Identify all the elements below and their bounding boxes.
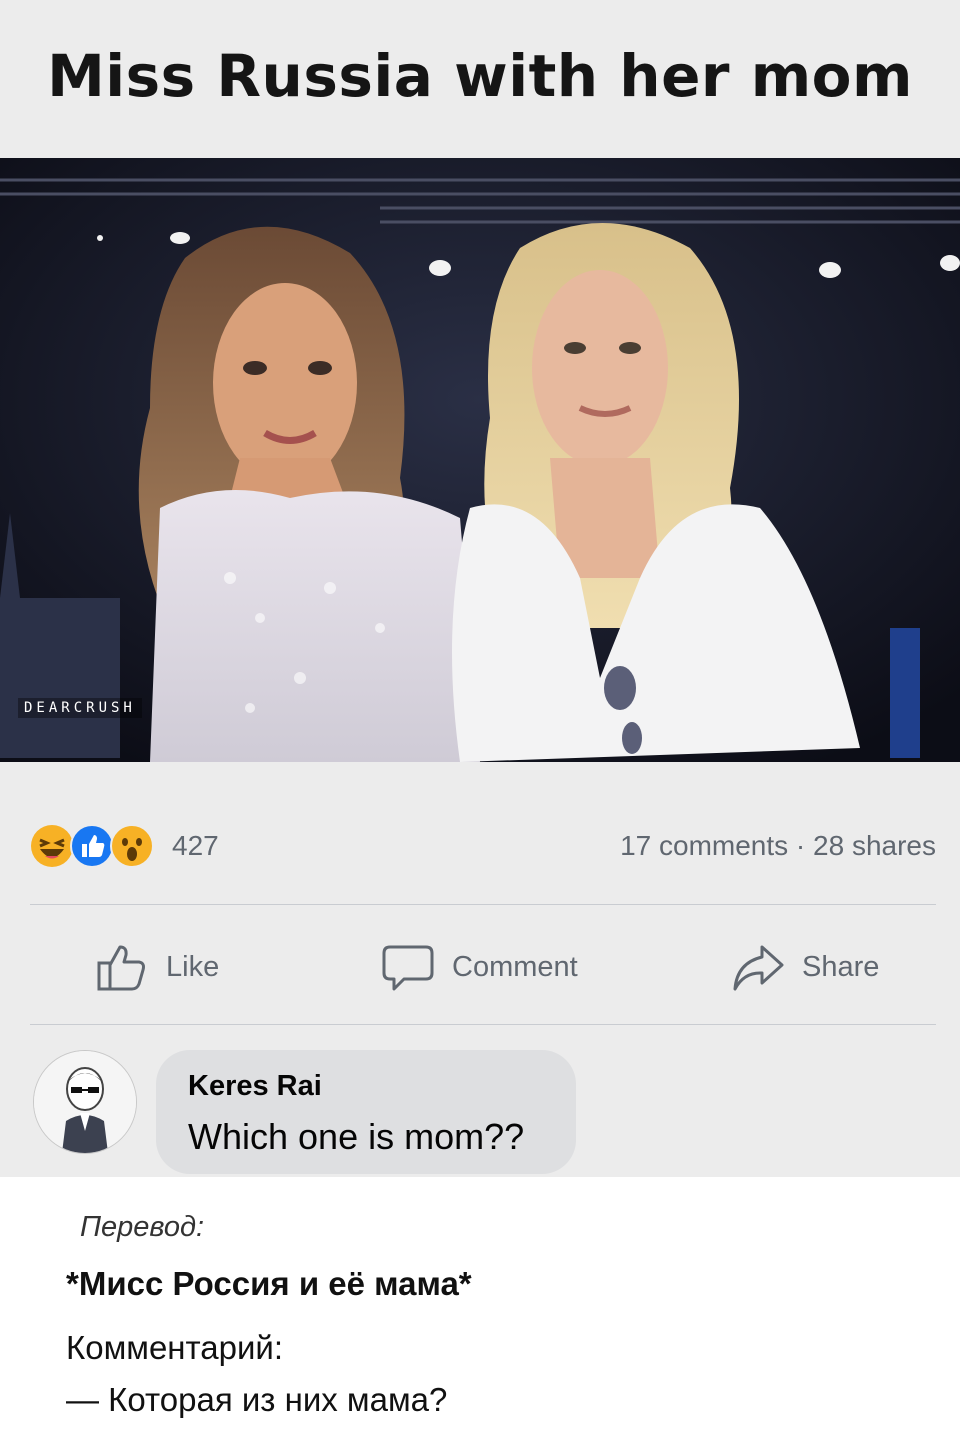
watermark: DEARCRUSH (18, 698, 142, 718)
reaction-stats-bar: 427 17 comments · 28 shares (30, 820, 936, 872)
share-button[interactable]: Share (730, 930, 879, 1004)
stage-photo-illustration (0, 158, 960, 762)
share-arrow-icon (733, 945, 784, 991)
avatar-illustration (34, 1051, 136, 1153)
comments-shares-count[interactable]: 17 comments · 28 shares (620, 830, 936, 862)
share-label: Share (802, 950, 880, 983)
comment-bubble: Keres Rai Which one is mom?? (156, 1050, 576, 1174)
comment-text: Which one is mom?? (188, 1116, 525, 1157)
laugh-reaction-icon (31, 825, 73, 867)
reaction-icons[interactable] (30, 824, 160, 870)
wow-reaction-icon (110, 824, 154, 868)
comment-button[interactable]: Comment (380, 930, 578, 1004)
comment: Keres Rai Which one is mom?? (30, 1046, 936, 1176)
reaction-count[interactable]: 427 (172, 830, 219, 862)
avatar[interactable] (33, 1050, 137, 1154)
comment-label: Comment (452, 950, 578, 983)
facebook-post: Miss Russia with her mom DEARCRUSH 427 1… (0, 0, 960, 1177)
speech-bubble-icon (382, 945, 434, 991)
translation-block: Перевод: *Мисс Россия и её мама* Коммент… (0, 1177, 960, 1449)
post-title: Miss Russia with her mom (47, 42, 913, 110)
translated-title: *Мисс Россия и её мама* (66, 1265, 472, 1302)
comment-author[interactable]: Keres Rai (188, 1070, 322, 1103)
divider (30, 904, 936, 905)
divider (30, 1024, 936, 1025)
post-actions-bar: Like Comment Share (30, 930, 936, 1004)
thumbs-up-icon (97, 945, 145, 991)
like-reaction-icon (70, 824, 114, 868)
post-photo[interactable]: DEARCRUSH (0, 158, 960, 762)
like-button[interactable]: Like (94, 930, 219, 1004)
translation-label: Перевод: (80, 1211, 205, 1243)
translated-comment-label: Комментарий: (66, 1329, 284, 1366)
like-label: Like (166, 950, 220, 983)
translated-comment-text: — Которая из них мама? (66, 1381, 448, 1418)
